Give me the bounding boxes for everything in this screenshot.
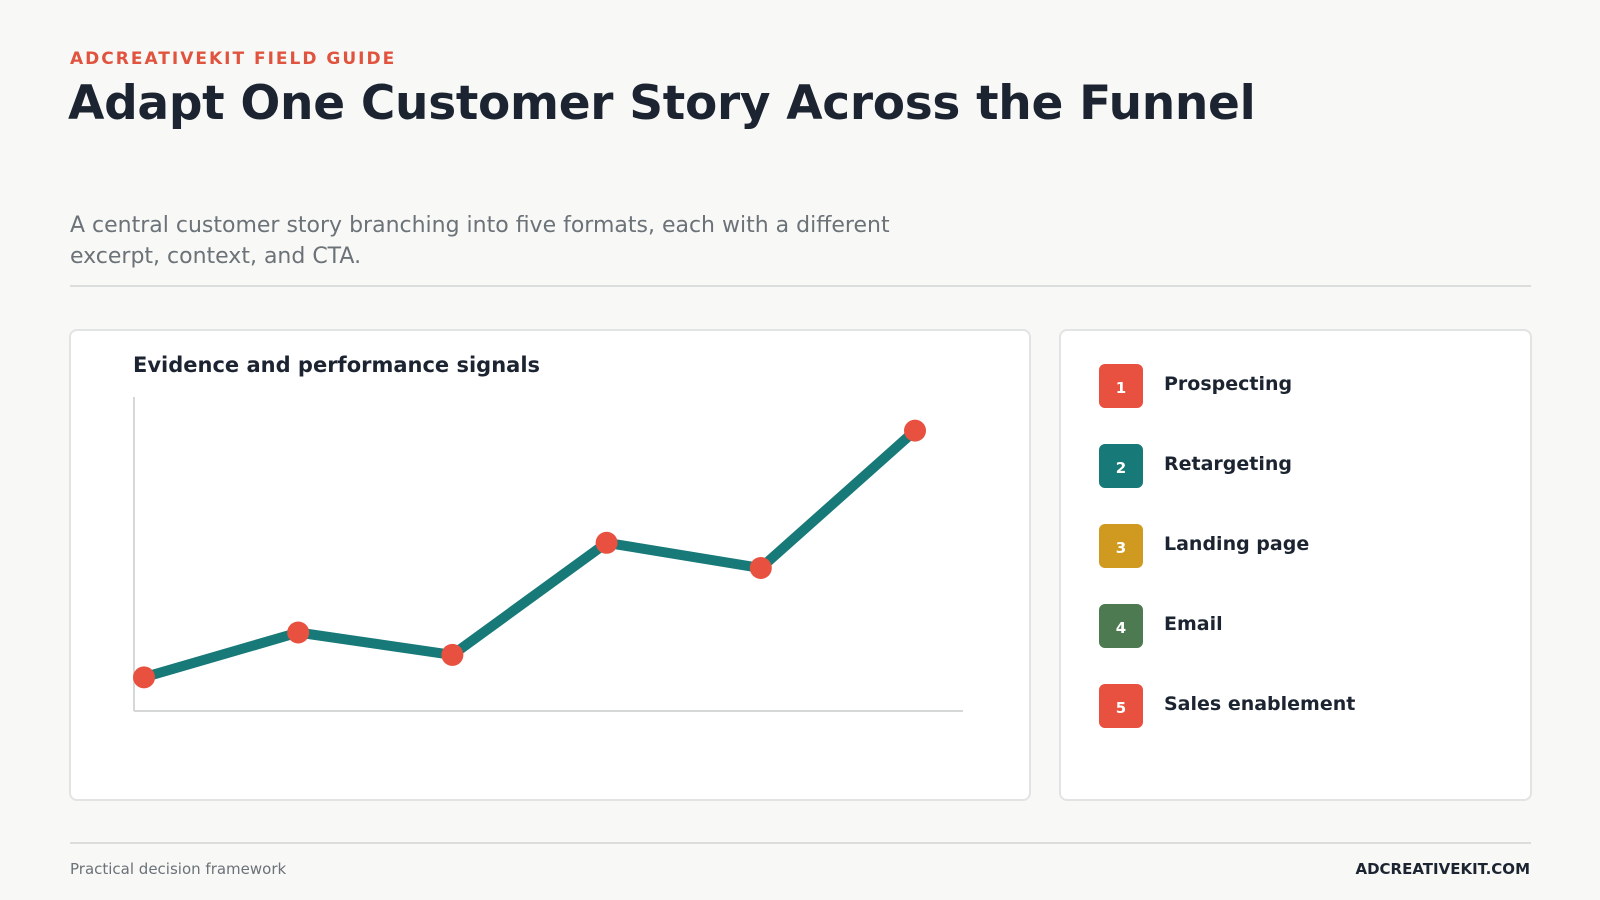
- legend-label: Landing page: [1164, 533, 1310, 555]
- legend-label: Email: [1164, 613, 1223, 635]
- footer-tagline: Practical decision framework: [70, 860, 287, 878]
- legend-item-retargeting: 2 Retargeting: [1099, 444, 1292, 488]
- chart-card: Evidence and performance signals: [69, 329, 1031, 801]
- data-point-6: [904, 419, 926, 442]
- data-point-1: [133, 666, 155, 689]
- legend-item-prospecting: 1 Prospecting: [1099, 364, 1292, 408]
- legend-badge: 4: [1099, 604, 1143, 648]
- legend-badge: 2: [1099, 444, 1143, 488]
- legend-card: 1 Prospecting 2 Retargeting 3 Landing pa…: [1059, 329, 1532, 801]
- legend-item-email: 4 Email: [1099, 604, 1223, 648]
- data-point-3: [441, 643, 464, 666]
- page-title: Adapt One Customer Story Across the Funn…: [68, 76, 1256, 131]
- legend-item-landing-page: 3 Landing page: [1099, 524, 1309, 568]
- legend-badge: 1: [1099, 364, 1143, 408]
- legend-label: Prospecting: [1164, 373, 1293, 395]
- legend-item-sales-enablement: 5 Sales enablement: [1099, 684, 1355, 728]
- legend-label: Sales enablement: [1164, 693, 1356, 715]
- data-point-2: [287, 621, 310, 644]
- page-subtitle: A central customer story branching into …: [70, 213, 890, 269]
- data-point-4: [595, 531, 618, 554]
- footer-site-link[interactable]: ADCREATIVEKIT.COM: [1355, 860, 1530, 878]
- legend-badge: 3: [1099, 524, 1143, 568]
- legend-label: Retargeting: [1164, 453, 1292, 475]
- footer-divider: [70, 842, 1531, 844]
- line-chart: [133, 397, 963, 712]
- data-point-5: [749, 557, 772, 580]
- header-divider: [70, 285, 1531, 287]
- series-line: [139, 425, 920, 683]
- eyebrow-label: ADCREATIVEKIT FIELD GUIDE: [70, 49, 397, 69]
- legend-badge: 5: [1099, 684, 1143, 728]
